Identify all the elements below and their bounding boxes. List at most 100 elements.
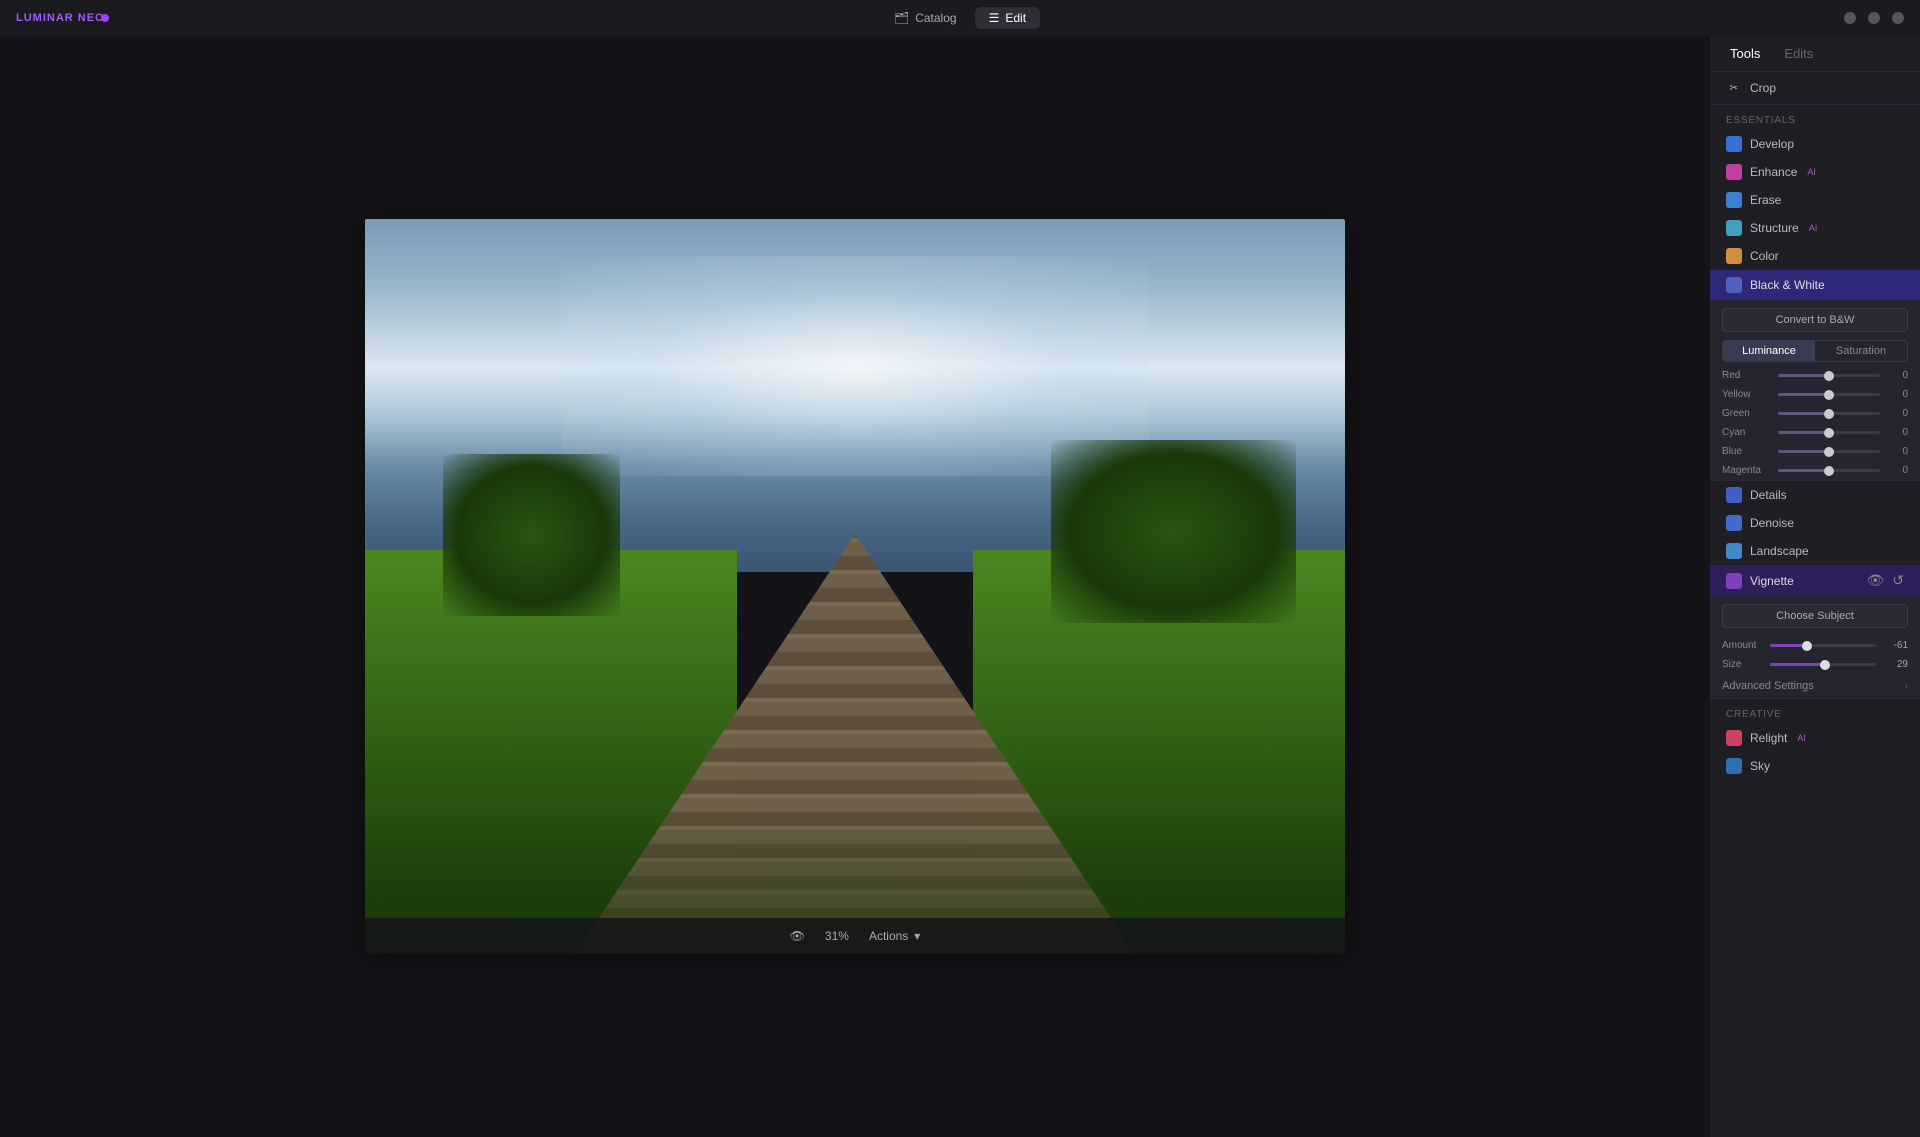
luminance-tab[interactable]: Luminance [1723,341,1815,361]
notification-dot [101,14,109,22]
amount-value: -61 [1884,640,1908,651]
panel-content: ✂ Crop Essentials Develop Enhance AI Era… [1710,72,1920,1137]
details-row[interactable]: Details [1710,481,1920,509]
green-thumb[interactable] [1824,409,1834,419]
yellow-label: Yellow [1722,389,1770,400]
blue-value: 0 [1888,446,1908,457]
develop-label: Develop [1750,137,1794,151]
develop-row[interactable]: Develop [1710,130,1920,158]
catalog-label: Catalog [915,11,956,25]
blue-track[interactable] [1778,450,1880,453]
relight-row[interactable]: Relight AI [1710,724,1920,752]
magenta-label: Magenta [1722,465,1770,476]
green-value: 0 [1888,408,1908,419]
main-content: 👁 31% Actions ▾ Tools Edits ✂ Crop [0,36,1920,1137]
magenta-thumb[interactable] [1824,466,1834,476]
size-fill [1770,663,1825,666]
cyan-track[interactable] [1778,431,1880,434]
cyan-fill [1778,431,1829,434]
sky-row[interactable]: Sky [1710,752,1920,780]
crop-icon: ✂ [1726,80,1742,96]
enhance-icon [1726,164,1742,180]
app-logo: LUMINAR NEO [16,12,105,24]
visibility-toggle-icon[interactable]: 👁 [1866,572,1884,589]
relight-icon [1726,730,1742,746]
color-label: Color [1750,249,1779,263]
yellow-thumb[interactable] [1824,390,1834,400]
erase-label: Erase [1750,193,1781,207]
vignette-icon [1726,573,1742,589]
lum-sat-tabs: Luminance Saturation [1722,340,1908,362]
red-thumb[interactable] [1824,371,1834,381]
chevron-down-icon: › [1905,681,1908,692]
tools-tab[interactable]: Tools [1726,44,1764,63]
yellow-slider-row: Yellow 0 [1710,385,1920,404]
erase-row[interactable]: Erase [1710,186,1920,214]
zoom-item: 31% [825,929,849,943]
details-icon [1726,487,1742,503]
red-label: Red [1722,370,1770,381]
crop-label: Crop [1750,81,1776,95]
maximize-button[interactable] [1868,12,1880,24]
size-track[interactable] [1770,663,1876,666]
structure-row[interactable]: Structure AI [1710,214,1920,242]
bw-header[interactable]: Black & White [1710,270,1920,300]
photo-container: 👁 31% Actions ▾ [365,219,1345,954]
amount-track[interactable] [1770,644,1876,647]
red-track[interactable] [1778,374,1880,377]
green-label: Green [1722,408,1770,419]
blue-thumb[interactable] [1824,447,1834,457]
app-name: LUMINAR [16,12,74,24]
actions-dropdown-icon: ▾ [914,929,920,943]
choose-subject-button[interactable]: Choose Subject [1722,604,1908,628]
crop-row[interactable]: ✂ Crop [1710,72,1920,105]
blue-label: Blue [1722,446,1770,457]
cyan-value: 0 [1888,427,1908,438]
structure-label: Structure [1750,221,1799,235]
relight-label: Relight [1750,731,1787,745]
minimize-button[interactable] [1844,12,1856,24]
magenta-fill [1778,469,1829,472]
vignette-header[interactable]: Vignette 👁 ↺ [1710,565,1920,596]
color-row[interactable]: Color [1710,242,1920,270]
edits-tab[interactable]: Edits [1780,44,1817,63]
structure-badge: AI [1809,223,1818,233]
visibility-item[interactable]: 👁 [790,929,805,943]
denoise-row[interactable]: Denoise [1710,509,1920,537]
size-thumb[interactable] [1820,660,1830,670]
title-bar-right [1844,12,1904,24]
reset-icon[interactable]: ↺ [1892,572,1904,589]
cyan-thumb[interactable] [1824,428,1834,438]
vignette-label: Vignette [1750,574,1794,588]
green-track[interactable] [1778,412,1880,415]
size-value: 29 [1884,659,1908,670]
close-button[interactable] [1892,12,1904,24]
yellow-fill [1778,393,1829,396]
magenta-slider-row: Magenta 0 [1710,461,1920,480]
vignette-header-actions: 👁 ↺ [1866,572,1904,589]
enhance-label: Enhance [1750,165,1797,179]
edit-tab[interactable]: ☰ Edit [975,7,1040,29]
size-label: Size [1722,659,1762,670]
green-slider-row: Green 0 [1710,404,1920,423]
convert-bw-button[interactable]: Convert to B&W [1722,308,1908,332]
enhance-row[interactable]: Enhance AI [1710,158,1920,186]
catalog-tab[interactable]: 🗂 Catalog [880,7,971,29]
catalog-icon: 🗂 [894,11,909,25]
cyan-slider-row: Cyan 0 [1710,423,1920,442]
structure-icon [1726,220,1742,236]
advanced-settings-row[interactable]: Advanced Settings › [1710,674,1920,698]
actions-item[interactable]: Actions ▾ [869,929,920,943]
advanced-settings-label: Advanced Settings [1722,680,1814,692]
landscape-row[interactable]: Landscape [1710,537,1920,565]
photo-bottom-bar: 👁 31% Actions ▾ [365,918,1345,954]
yellow-track[interactable] [1778,393,1880,396]
magenta-value: 0 [1888,465,1908,476]
yellow-value: 0 [1888,389,1908,400]
sky-label: Sky [1750,759,1770,773]
relight-badge: AI [1797,733,1806,743]
amount-thumb[interactable] [1802,641,1812,651]
zoom-level: 31% [825,929,849,943]
magenta-track[interactable] [1778,469,1880,472]
saturation-tab[interactable]: Saturation [1815,341,1907,361]
